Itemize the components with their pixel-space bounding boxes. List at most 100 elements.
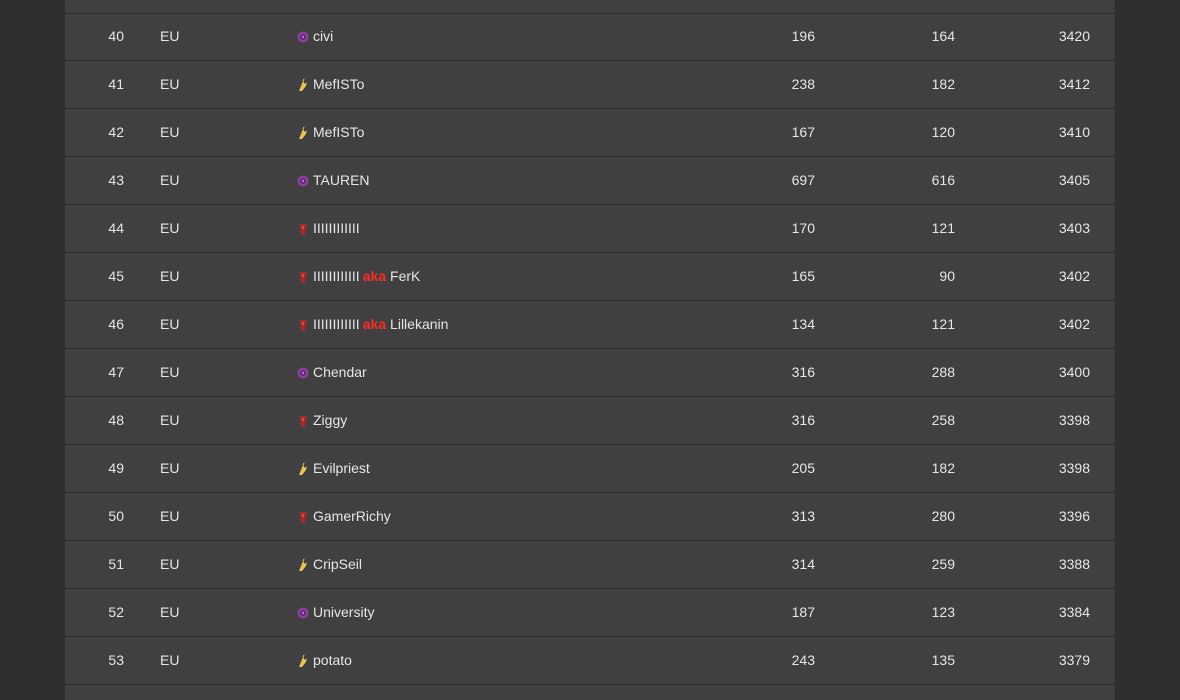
region-cell: EU: [160, 412, 180, 428]
table-row: 48 EU Ziggy 316 258 3398: [65, 397, 1115, 445]
terran-icon: [296, 220, 313, 236]
rank-cell: 45: [108, 268, 124, 284]
player-name[interactable]: GamerRichy: [313, 508, 391, 524]
player-alias[interactable]: FerK: [390, 268, 420, 284]
player-alias[interactable]: Lillekanin: [390, 316, 448, 332]
player-name[interactable]: IIIIIIIIIIII: [313, 220, 360, 236]
rank-cell: 42: [108, 124, 124, 140]
games-cell: 314: [791, 556, 815, 572]
player-cell[interactable]: MefISTo: [296, 61, 364, 108]
table-row: 51 EU CripSeil 314 259 3388: [65, 541, 1115, 589]
player-cell[interactable]: GamerRichy: [296, 493, 391, 540]
region-cell: EU: [160, 652, 180, 668]
region-cell: EU: [160, 220, 180, 236]
wins-cell: 182: [931, 76, 955, 92]
player-name[interactable]: MefISTo: [313, 124, 364, 140]
player-name[interactable]: MefISTo: [313, 76, 364, 92]
mmr-cell: 3405: [1058, 172, 1090, 188]
rank-cell: 44: [108, 220, 124, 236]
wins-cell: 135: [931, 652, 955, 668]
player-cell[interactable]: Ziggy: [296, 397, 347, 444]
terran-icon: [296, 508, 313, 524]
mmr-cell: 3388: [1058, 556, 1090, 572]
region-cell: EU: [160, 316, 180, 332]
games-cell: 313: [791, 508, 815, 524]
terran-icon: [296, 412, 313, 428]
player-name[interactable]: IIIIIIIIIIII: [313, 316, 360, 332]
protoss-icon: [296, 652, 313, 668]
table-row-partial-top: [65, 0, 1115, 14]
wins-cell: 259: [931, 556, 955, 572]
player-name[interactable]: University: [313, 604, 374, 620]
rank-cell: 47: [108, 364, 124, 380]
region-cell: EU: [160, 172, 180, 188]
zerg-icon: [296, 364, 313, 380]
player-cell[interactable]: IIIIIIIIIIII aka FerK: [296, 253, 420, 300]
mmr-cell: 3402: [1058, 316, 1090, 332]
rank-cell: 48: [108, 412, 124, 428]
player-name[interactable]: Evilpriest: [313, 460, 370, 476]
table-row: 43 EU TAUREN 697 616 3405: [65, 157, 1115, 205]
rank-cell: 46: [108, 316, 124, 332]
player-name[interactable]: TAUREN: [313, 172, 370, 188]
rank-cell: 50: [108, 508, 124, 524]
mmr-cell: 3379: [1058, 652, 1090, 668]
region-cell: EU: [160, 76, 180, 92]
games-cell: 316: [791, 412, 815, 428]
player-name[interactable]: Chendar: [313, 364, 367, 380]
region-cell: EU: [160, 124, 180, 140]
games-cell: 316: [791, 364, 815, 380]
player-cell[interactable]: TAUREN: [296, 157, 370, 204]
wins-cell: 123: [931, 604, 955, 620]
protoss-icon: [296, 460, 313, 476]
games-cell: 187: [791, 604, 815, 620]
table-row: 52 EU University 187 123 3384: [65, 589, 1115, 637]
player-cell[interactable]: IIIIIIIIIIII aka Lillekanin: [296, 301, 448, 348]
player-cell[interactable]: MefISTo: [296, 109, 364, 156]
wins-cell: 120: [931, 124, 955, 140]
rank-cell: 51: [108, 556, 124, 572]
aka-label: aka: [362, 316, 387, 332]
region-cell: EU: [160, 364, 180, 380]
protoss-icon: [296, 76, 313, 92]
games-cell: 165: [791, 268, 815, 284]
player-name[interactable]: civi: [313, 28, 333, 44]
wins-cell: 121: [931, 220, 955, 236]
terran-icon: [296, 316, 313, 332]
player-cell[interactable]: IIIIIIIIIIII: [296, 205, 360, 252]
player-name[interactable]: IIIIIIIIIIII: [313, 268, 360, 284]
player-name[interactable]: Ziggy: [313, 412, 347, 428]
player-name[interactable]: CripSeil: [313, 556, 362, 572]
player-name[interactable]: potato: [313, 652, 352, 668]
zerg-icon: [296, 28, 313, 44]
player-cell[interactable]: University: [296, 589, 374, 636]
protoss-icon: [296, 124, 313, 140]
table-row: 40 EU civi 196 164 3420: [65, 13, 1115, 61]
wins-cell: 90: [939, 268, 955, 284]
table-row: 47 EU Chendar 316 288 3400: [65, 349, 1115, 397]
player-cell[interactable]: civi: [296, 13, 333, 60]
region-cell: EU: [160, 268, 180, 284]
aka-label: aka: [362, 268, 387, 284]
games-cell: 134: [791, 316, 815, 332]
player-cell[interactable]: Evilpriest: [296, 445, 370, 492]
region-cell: EU: [160, 556, 180, 572]
rank-cell: 40: [108, 28, 124, 44]
wins-cell: 258: [931, 412, 955, 428]
mmr-cell: 3420: [1058, 28, 1090, 44]
table-row: 53 EU potato 243 135 3379: [65, 637, 1115, 685]
wins-cell: 182: [931, 460, 955, 476]
wins-cell: 288: [931, 364, 955, 380]
player-cell[interactable]: Chendar: [296, 349, 367, 396]
leaderboard-table: 40 EU civi 196 164 3420 41 EU MefISTo 238 182 3412 4…: [65, 0, 1115, 700]
games-cell: 170: [791, 220, 815, 236]
rank-cell: 49: [108, 460, 124, 476]
player-cell[interactable]: potato: [296, 637, 352, 684]
player-cell[interactable]: CripSeil: [296, 541, 362, 588]
table-row: 45 EU IIIIIIIIIIII aka FerK 165 90 3402: [65, 253, 1115, 301]
wins-cell: 280: [931, 508, 955, 524]
table-row: 50 EU GamerRichy 313 280 3396: [65, 493, 1115, 541]
mmr-cell: 3384: [1058, 604, 1090, 620]
games-cell: 243: [791, 652, 815, 668]
wins-cell: 164: [931, 28, 955, 44]
